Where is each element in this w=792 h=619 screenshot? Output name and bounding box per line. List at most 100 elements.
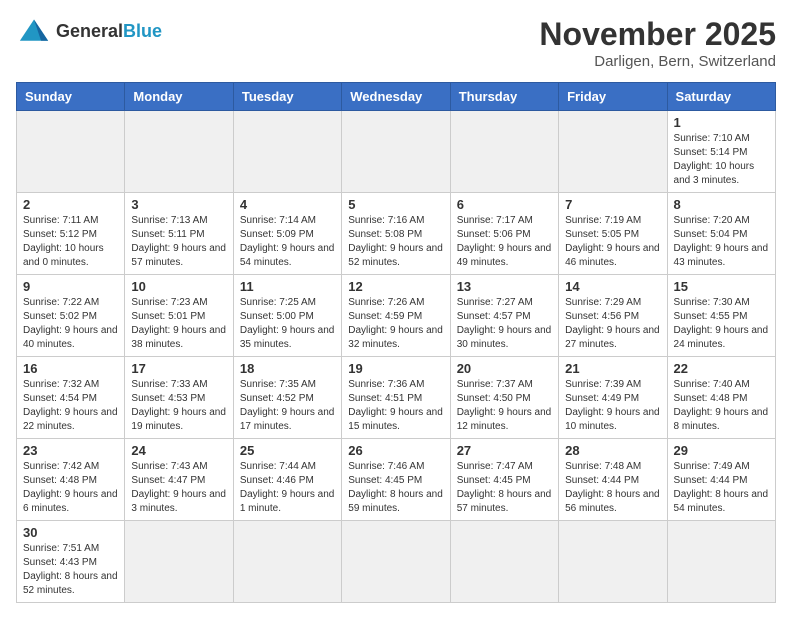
calendar-cell: 3 Sunrise: 7:13 AM Sunset: 5:11 PM Daylig… — [125, 193, 233, 275]
day-info: Sunrise: 7:23 AM Sunset: 5:01 PM Dayligh… — [131, 296, 226, 352]
day-info: Sunrise: 7:35 AM Sunset: 4:52 PM Dayligh… — [240, 378, 335, 434]
calendar-header-monday: Monday — [125, 83, 233, 111]
day-info: Sunrise: 7:44 AM Sunset: 4:46 PM Dayligh… — [240, 460, 335, 516]
day-number: 13 — [457, 279, 552, 294]
day-number: 8 — [674, 197, 769, 212]
day-info: Sunrise: 7:20 AM Sunset: 5:04 PM Dayligh… — [674, 214, 769, 270]
calendar-header-saturday: Saturday — [667, 83, 775, 111]
calendar-cell: 4Sunrise: 7:14 AM Sunset: 5:09 PM Daylig… — [233, 193, 341, 275]
calendar-cell: 30 Sunrise: 7:51 AM Sunset: 4:43 PM Dayli… — [17, 521, 125, 603]
day-number: 7 — [565, 197, 660, 212]
calendar-cell — [233, 521, 341, 603]
calendar-week-5: 23Sunrise: 7:42 AM Sunset: 4:48 PM Dayli… — [17, 439, 776, 521]
logo-text: GeneralBlue — [56, 21, 162, 42]
day-info: Sunrise: 7:32 AM Sunset: 4:54 PM Dayligh… — [23, 378, 118, 434]
calendar-cell — [342, 111, 450, 193]
logo-icon — [16, 16, 52, 46]
day-info: Sunrise: 7:42 AM Sunset: 4:48 PM Dayligh… — [23, 460, 118, 516]
calendar-cell — [559, 521, 667, 603]
calendar-week-3: 9 Sunrise: 7:22 AM Sunset: 5:02 PM Daylig… — [17, 275, 776, 357]
calendar-cell — [233, 111, 341, 193]
calendar-cell — [450, 521, 558, 603]
day-number: 17 — [131, 361, 226, 376]
calendar-cell: 19 Sunrise: 7:36 AM Sunset: 4:51 PM Dayli… — [342, 357, 450, 439]
day-info: Sunrise: 7:19 AM Sunset: 5:05 PM Dayligh… — [565, 214, 660, 270]
day-info: Sunrise: 7:22 AM Sunset: 5:02 PM Dayligh… — [23, 296, 118, 352]
day-info: Sunrise: 7:17 AM Sunset: 5:06 PM Dayligh… — [457, 214, 552, 270]
day-info: Sunrise: 7:33 AM Sunset: 4:53 PM Dayligh… — [131, 378, 226, 434]
day-number: 2 — [23, 197, 118, 212]
day-number: 30 — [23, 525, 118, 540]
day-number: 19 — [348, 361, 443, 376]
calendar-cell: 13 Sunrise: 7:27 AM Sunset: 4:57 PM Dayli… — [450, 275, 558, 357]
day-number: 14 — [565, 279, 660, 294]
month-year: November 2025 — [539, 16, 776, 53]
day-number: 18 — [240, 361, 335, 376]
day-info: Sunrise: 7:47 AM Sunset: 4:45 PM Dayligh… — [457, 460, 552, 516]
day-info: Sunrise: 7:36 AM Sunset: 4:51 PM Dayligh… — [348, 378, 443, 434]
day-info: Sunrise: 7:13 AM Sunset: 5:11 PM Dayligh… — [131, 214, 226, 270]
day-info: Sunrise: 7:40 AM Sunset: 4:48 PM Dayligh… — [674, 378, 769, 434]
calendar-cell: 6 Sunrise: 7:17 AM Sunset: 5:06 PM Daylig… — [450, 193, 558, 275]
day-info: Sunrise: 7:46 AM Sunset: 4:45 PM Dayligh… — [348, 460, 443, 516]
logo: GeneralBlue — [16, 16, 162, 46]
calendar-cell — [125, 111, 233, 193]
title-area: November 2025 Darligen, Bern, Switzerlan… — [539, 16, 776, 70]
calendar-cell: 1 Sunrise: 7:10 AM Sunset: 5:14 PM Daylig… — [667, 111, 775, 193]
header: GeneralBlue November 2025 Darligen, Bern… — [16, 16, 776, 70]
day-number: 21 — [565, 361, 660, 376]
day-number: 11 — [240, 279, 335, 294]
location: Darligen, Bern, Switzerland — [539, 53, 776, 70]
calendar-cell: 8 Sunrise: 7:20 AM Sunset: 5:04 PM Daylig… — [667, 193, 775, 275]
calendar-cell: 7 Sunrise: 7:19 AM Sunset: 5:05 PM Daylig… — [559, 193, 667, 275]
calendar-header-wednesday: Wednesday — [342, 83, 450, 111]
calendar-week-6: 30 Sunrise: 7:51 AM Sunset: 4:43 PM Dayli… — [17, 521, 776, 603]
calendar-cell: 16 Sunrise: 7:32 AM Sunset: 4:54 PM Dayli… — [17, 357, 125, 439]
calendar-cell: 12Sunrise: 7:26 AM Sunset: 4:59 PM Dayli… — [342, 275, 450, 357]
calendar-cell: 26 Sunrise: 7:46 AM Sunset: 4:45 PM Dayli… — [342, 439, 450, 521]
calendar-cell: 23Sunrise: 7:42 AM Sunset: 4:48 PM Dayli… — [17, 439, 125, 521]
day-number: 10 — [131, 279, 226, 294]
day-number: 29 — [674, 443, 769, 458]
calendar-cell: 14 Sunrise: 7:29 AM Sunset: 4:56 PM Dayli… — [559, 275, 667, 357]
calendar-header-tuesday: Tuesday — [233, 83, 341, 111]
day-number: 16 — [23, 361, 118, 376]
calendar-cell: 15 Sunrise: 7:30 AM Sunset: 4:55 PM Dayli… — [667, 275, 775, 357]
day-number: 1 — [674, 115, 769, 130]
day-number: 6 — [457, 197, 552, 212]
day-info: Sunrise: 7:26 AM Sunset: 4:59 PM Dayligh… — [348, 296, 443, 352]
day-info: Sunrise: 7:16 AM Sunset: 5:08 PM Dayligh… — [348, 214, 443, 270]
calendar-cell: 21Sunrise: 7:39 AM Sunset: 4:49 PM Dayli… — [559, 357, 667, 439]
day-info: Sunrise: 7:37 AM Sunset: 4:50 PM Dayligh… — [457, 378, 552, 434]
day-number: 27 — [457, 443, 552, 458]
day-info: Sunrise: 7:27 AM Sunset: 4:57 PM Dayligh… — [457, 296, 552, 352]
day-info: Sunrise: 7:29 AM Sunset: 4:56 PM Dayligh… — [565, 296, 660, 352]
day-number: 26 — [348, 443, 443, 458]
day-number: 9 — [23, 279, 118, 294]
calendar-cell: 17 Sunrise: 7:33 AM Sunset: 4:53 PM Dayli… — [125, 357, 233, 439]
day-number: 3 — [131, 197, 226, 212]
calendar-cell — [667, 521, 775, 603]
day-info: Sunrise: 7:30 AM Sunset: 4:55 PM Dayligh… — [674, 296, 769, 352]
calendar-cell: 5Sunrise: 7:16 AM Sunset: 5:08 PM Daylig… — [342, 193, 450, 275]
calendar-cell: 27 Sunrise: 7:47 AM Sunset: 4:45 PM Dayli… — [450, 439, 558, 521]
calendar-cell: 28Sunrise: 7:48 AM Sunset: 4:44 PM Dayli… — [559, 439, 667, 521]
calendar-cell — [125, 521, 233, 603]
calendar-header-thursday: Thursday — [450, 83, 558, 111]
day-info: Sunrise: 7:10 AM Sunset: 5:14 PM Dayligh… — [674, 132, 769, 188]
day-number: 20 — [457, 361, 552, 376]
day-number: 25 — [240, 443, 335, 458]
day-number: 4 — [240, 197, 335, 212]
calendar-cell: 18 Sunrise: 7:35 AM Sunset: 4:52 PM Dayli… — [233, 357, 341, 439]
calendar-week-4: 16 Sunrise: 7:32 AM Sunset: 4:54 PM Dayli… — [17, 357, 776, 439]
calendar-cell: 9 Sunrise: 7:22 AM Sunset: 5:02 PM Daylig… — [17, 275, 125, 357]
day-number: 15 — [674, 279, 769, 294]
calendar-cell: 10 Sunrise: 7:23 AM Sunset: 5:01 PM Dayli… — [125, 275, 233, 357]
calendar-header-row: SundayMondayTuesdayWednesdayThursdayFrid… — [17, 83, 776, 111]
calendar-cell — [559, 111, 667, 193]
calendar-header-sunday: Sunday — [17, 83, 125, 111]
day-info: Sunrise: 7:51 AM Sunset: 4:43 PM Dayligh… — [23, 542, 118, 598]
day-info: Sunrise: 7:25 AM Sunset: 5:00 PM Dayligh… — [240, 296, 335, 352]
calendar-cell — [450, 111, 558, 193]
day-number: 24 — [131, 443, 226, 458]
